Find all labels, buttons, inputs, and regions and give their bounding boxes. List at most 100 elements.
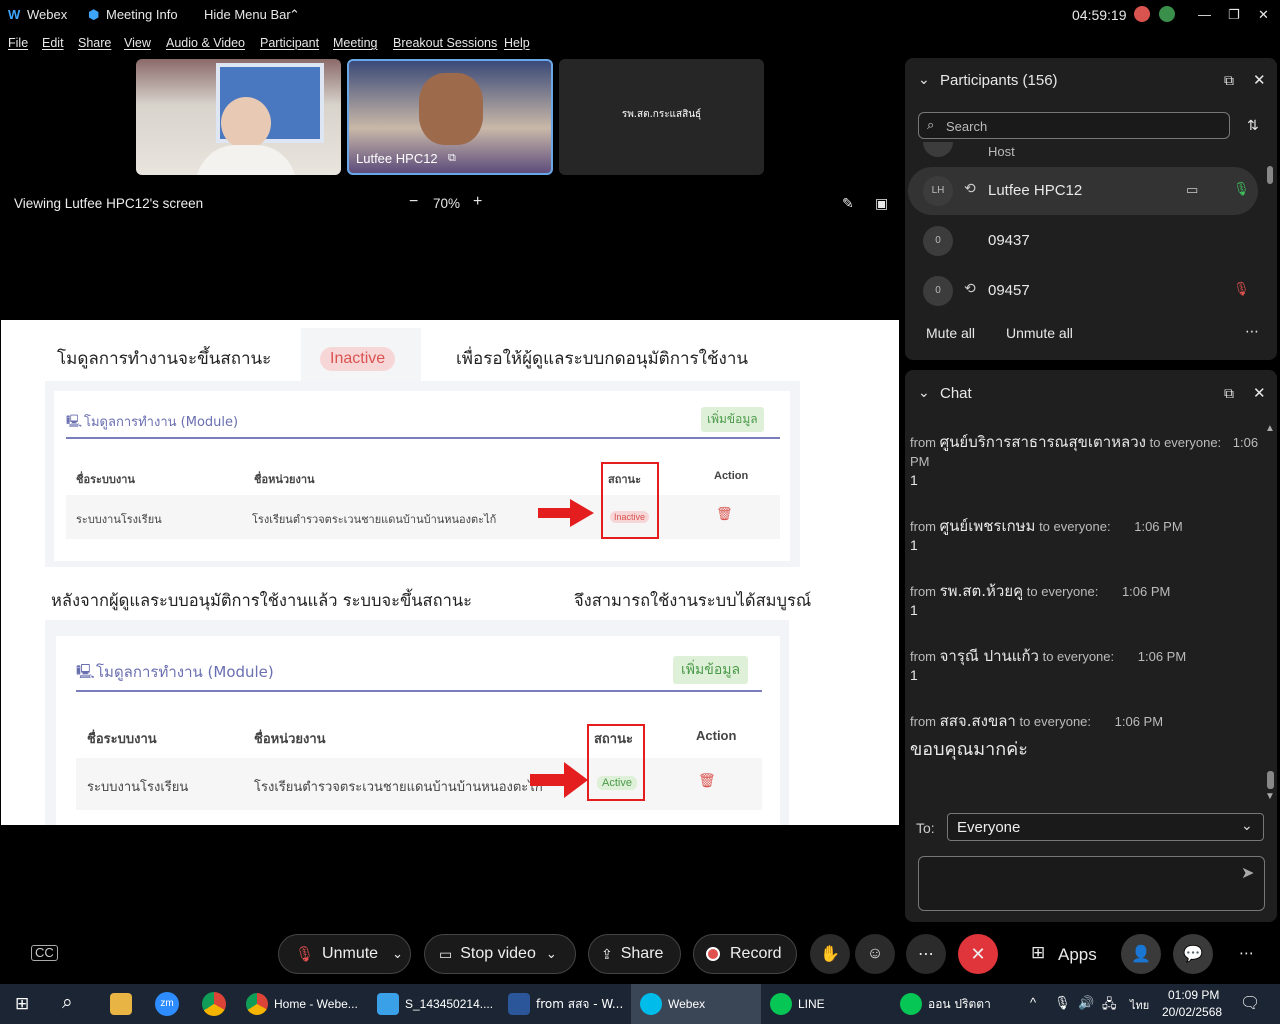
avatar: LH — [923, 176, 953, 206]
video-camera-icon[interactable]: ▭ — [1186, 182, 1198, 198]
maximize-icon[interactable]: ❐ — [1228, 7, 1240, 23]
taskbar-item-photo[interactable]: S_143450214.... — [377, 984, 497, 1024]
share-button[interactable]: ⇪ Share — [588, 934, 681, 974]
record-icon — [706, 947, 720, 961]
menu-audio-video[interactable]: Audio & Video — [166, 36, 245, 50]
microphone-tray-icon[interactable]: 🎙 — [1054, 995, 1071, 1011]
host-label: Host — [988, 144, 1015, 159]
taskbar-item-word[interactable]: from สสจ - W... — [508, 984, 628, 1024]
chat-message-input[interactable]: ➤ — [918, 856, 1265, 911]
more-panels-icon[interactable]: ⋯ — [1239, 944, 1254, 962]
menu-share[interactable]: Share — [78, 36, 111, 50]
more-options-icon[interactable]: ⋯ — [1245, 323, 1259, 340]
tray-chevron-icon[interactable]: ^ — [1030, 995, 1036, 1010]
to-label: to everyone: — [1019, 714, 1092, 729]
participant-row-lutfee[interactable]: LH ⟲ Lutfee HPC12 ▭ 🎙 — [908, 167, 1258, 215]
taskbar-item-chrome[interactable]: Home - Webe... — [246, 984, 366, 1024]
more-button[interactable]: ⋯ — [906, 934, 946, 974]
from-label: from — [910, 714, 936, 729]
close-window-icon[interactable]: ✕ — [1258, 7, 1269, 23]
windows-start-icon[interactable]: ⊞ — [15, 994, 29, 1014]
chevron-down-icon[interactable]: ⌄ — [546, 946, 557, 962]
send-icon[interactable]: ➤ — [1241, 863, 1254, 883]
participant-row-09437[interactable]: 0 09437 — [908, 217, 1258, 265]
microphone-muted-icon[interactable]: 🎙 — [1233, 281, 1250, 297]
zoom-level[interactable]: 70% — [433, 196, 460, 211]
popout-icon[interactable]: ⧉ — [1224, 385, 1234, 402]
video-tile-2-active-speaker[interactable]: Lutfee HPC12 ⧉ — [347, 59, 553, 175]
close-panel-icon[interactable]: ✕ — [1253, 71, 1266, 89]
input-language[interactable]: ไทย — [1130, 996, 1149, 1014]
slide-heading-1b: เพื่อรอให้ผู้ดูแลระบบกดอนุมัติการใช้งาน — [456, 349, 748, 369]
taskbar-item-line[interactable]: LINE — [770, 984, 890, 1024]
module-card-before: 🖳 โมดูลการทำงาน (Module) เพิ่มข้อมูล ชื่… — [45, 381, 800, 567]
chevron-down-icon[interactable]: ⌄ — [392, 946, 403, 962]
popout-icon[interactable]: ⧉ — [1224, 72, 1234, 89]
title-bar: W Webex ⬢ Meeting Info Hide Menu Bar ⌃ 0… — [0, 0, 1280, 30]
add-data-button: เพิ่มข้อมูล — [673, 656, 749, 684]
network-icon[interactable]: 🖧 — [1102, 995, 1117, 1017]
col-system: ชื่อระบบงาน — [87, 732, 157, 747]
search-icon[interactable]: ⌕ — [62, 992, 73, 1014]
menu-participant[interactable]: Participant — [260, 36, 319, 50]
red-arrow-icon — [538, 499, 594, 527]
chat-scrollbar[interactable]: ▲ ▼ — [1264, 423, 1277, 805]
network-health-icon[interactable] — [1159, 6, 1175, 22]
taskbar-time[interactable]: 01:09 PM — [1168, 988, 1219, 1002]
menu-view[interactable]: View — [124, 36, 151, 50]
stop-video-button[interactable]: ▭ Stop video ⌄ — [424, 934, 576, 974]
zoom-app-icon[interactable]: zm — [155, 992, 179, 1016]
menu-help[interactable]: Help — [504, 36, 530, 50]
mute-all-button[interactable]: Mute all — [926, 325, 975, 341]
participants-toggle[interactable]: 👤 — [1121, 934, 1161, 974]
apps-button[interactable]: Apps — [1058, 945, 1097, 965]
video-tile-1[interactable] — [136, 59, 341, 175]
collapse-chevron-icon[interactable]: ⌄ — [918, 384, 930, 401]
chrome-icon[interactable] — [202, 992, 226, 1016]
collapse-chevron-icon[interactable]: ⌄ — [918, 71, 930, 88]
participant-scrollbar[interactable] — [1265, 150, 1275, 315]
closed-caption-icon[interactable]: CC — [31, 945, 58, 961]
record-button[interactable]: Record — [693, 934, 797, 974]
chat-message: from สสจ.สงขลา to everyone: 1:06 PM — [910, 709, 1260, 733]
minimize-icon[interactable]: — — [1198, 7, 1211, 22]
chat-toggle[interactable]: 💬 — [1173, 934, 1213, 974]
sort-icon[interactable]: ⇅ — [1247, 117, 1259, 134]
notifications-icon[interactable]: 🗨 — [1240, 993, 1260, 1013]
zoom-in-icon[interactable]: + — [473, 193, 482, 211]
menu-file[interactable]: File — [8, 36, 28, 50]
menu-edit[interactable]: Edit — [42, 36, 64, 50]
microphone-on-icon[interactable]: 🎙 — [1233, 181, 1250, 197]
raise-hand-button[interactable]: ✋ — [810, 934, 850, 974]
chevron-up-icon[interactable]: ⌃ — [289, 7, 300, 23]
menu-breakout-sessions[interactable]: Breakout Sessions — [393, 36, 497, 50]
shared-screen: โมดูลการทำงานจะขึ้นสถานะ Inactive เพื่อร… — [1, 320, 899, 825]
participant-search-input[interactable]: ⌕ Search — [918, 112, 1230, 139]
record-label: Record — [730, 945, 782, 962]
recipient-select[interactable]: Everyone ⌄ — [947, 813, 1264, 841]
menu-meeting[interactable]: Meeting — [333, 36, 377, 50]
video-tile-3[interactable]: รพ.สต.กระแสสินธุ์ — [559, 59, 764, 175]
hide-menu-bar-button[interactable]: Hide Menu Bar — [204, 7, 291, 22]
view-options-icon[interactable]: ▣ — [875, 195, 888, 212]
annotate-icon[interactable]: ✎ — [842, 195, 854, 212]
leave-meeting-button[interactable]: ✕ — [958, 934, 998, 974]
taskbar-item-line-chat[interactable]: ออน ปริตตา — [900, 984, 1020, 1024]
file-explorer-icon[interactable] — [110, 993, 132, 1015]
unmute-button[interactable]: 🎙 Unmute ⌄ — [278, 934, 411, 974]
unmute-all-button[interactable]: Unmute all — [1006, 325, 1073, 341]
close-panel-icon[interactable]: ✕ — [1253, 384, 1266, 402]
reactions-button[interactable]: ☺ — [855, 934, 895, 974]
more-options-icon: ⋯ — [918, 946, 934, 963]
apps-icon[interactable]: ⊞ — [1031, 943, 1045, 963]
zoom-out-icon[interactable]: − — [409, 193, 418, 211]
taskbar-item-webex[interactable]: Webex — [631, 984, 761, 1024]
participant-list: Host LH ⟲ Lutfee HPC12 ▭ 🎙 0 09437 0 ⟲ 0… — [908, 142, 1263, 312]
taskbar-date[interactable]: 20/02/2568 — [1162, 1005, 1222, 1019]
participant-row-09457[interactable]: 0 ⟲ 09457 🎙 — [908, 267, 1258, 312]
chat-sender: สสจ.สงขลา — [939, 712, 1016, 730]
meeting-info-button[interactable]: Meeting Info — [106, 7, 178, 22]
taskbar-label: S_143450214.... — [405, 997, 494, 1011]
row-unit: โรงเรียนตำรวจตระเวนชายแดนบ้านบ้านหนองตะไ… — [252, 513, 497, 526]
volume-icon[interactable]: 🔊 — [1078, 995, 1094, 1011]
